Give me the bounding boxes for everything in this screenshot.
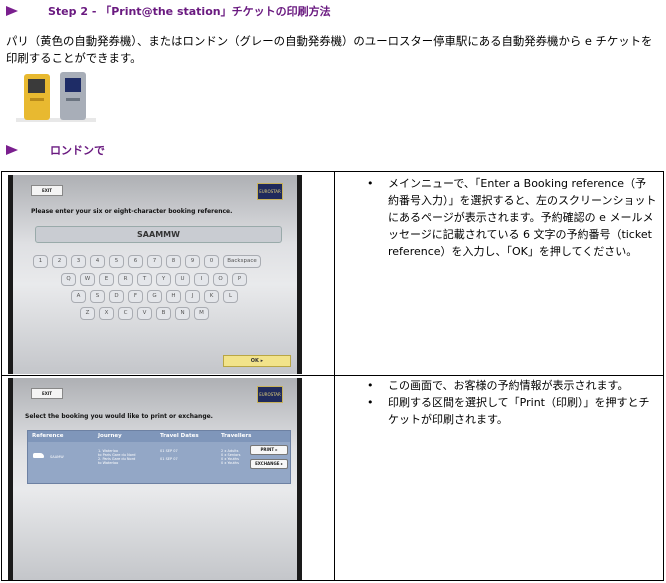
train-icon [33, 453, 44, 458]
key: A [71, 290, 86, 303]
table-divider-horizontal [2, 375, 663, 376]
booking-travellers: 2 x Adults 0 x Seniors 0 x Youths 0 x Yo… [221, 449, 241, 465]
booking-table: Reference Journey Travel Dates Traveller… [27, 430, 291, 484]
key: S [90, 290, 105, 303]
key: C [118, 307, 133, 320]
col-journey: Journey [98, 433, 122, 439]
instruction-item: メインニューで、「Enter a Booking reference（予約番号入… [362, 175, 657, 260]
instruction-item: この画面で、お客様の予約情報が表示されます。 [362, 377, 657, 394]
step2-heading: Step 2 - 「Print@the station」チケットの印刷方法 [0, 0, 331, 22]
booking-reference-field: SAAMMW [35, 226, 282, 243]
backspace-key: Backspace [223, 255, 261, 268]
key: R [118, 273, 133, 286]
instruction-table: EXIT EUROSTAR Please enter your six or e… [1, 171, 664, 581]
key: Z [80, 307, 95, 320]
table-divider-vertical [334, 172, 335, 580]
key: K [204, 290, 219, 303]
key: L [223, 290, 238, 303]
arrow-icon [6, 145, 18, 155]
booking-entry-screenshot: EXIT EUROSTAR Please enter your six or e… [8, 175, 302, 374]
col-travel-dates: Travel Dates [160, 433, 199, 439]
select-booking-prompt: Select the booking you would like to pri… [25, 413, 213, 420]
key: 8 [166, 255, 181, 268]
key: O [213, 273, 228, 286]
booking-journey: 1. Waterloo to Paris Gare du Nord 2. Par… [98, 449, 136, 465]
key: T [137, 273, 152, 286]
ok-button: OK ▸ [223, 355, 291, 367]
step2-heading-text: Step 2 - 「Print@the station」チケットの印刷方法 [48, 5, 331, 18]
instruction-item: 印刷する区間を選択して「Print（印刷）」を押すとチケットが印刷されます。 [362, 394, 657, 428]
key: G [147, 290, 162, 303]
exit-button: EXIT [31, 388, 63, 399]
key: 5 [109, 255, 124, 268]
key: I [194, 273, 209, 286]
key: 4 [90, 255, 105, 268]
key: B [156, 307, 171, 320]
eurostar-logo: EUROSTAR [257, 386, 283, 403]
print-button: PRINT ▸ [250, 445, 288, 455]
arrow-icon [6, 6, 18, 16]
key: H [166, 290, 181, 303]
keyboard-row-zxcv: ZXCVBNM [80, 307, 364, 326]
key: 9 [185, 255, 200, 268]
booking-select-screenshot: EXIT EUROSTAR Select the booking you wou… [8, 378, 302, 580]
key: P [232, 273, 247, 286]
key: D [109, 290, 124, 303]
step-instructions-1: メインニューで、「Enter a Booking reference（予約番号入… [362, 175, 657, 260]
key: U [175, 273, 190, 286]
key: Q [61, 273, 76, 286]
key: J [185, 290, 200, 303]
col-reference: Reference [32, 433, 64, 439]
booking-prompt: Please enter your six or eight-character… [31, 208, 233, 215]
key: 1 [33, 255, 48, 268]
key: W [80, 273, 95, 286]
key: 3 [71, 255, 86, 268]
key: V [137, 307, 152, 320]
key: 2 [52, 255, 67, 268]
exchange-button: EXCHANGE ▸ [250, 459, 288, 469]
eurostar-logo: EUROSTAR [257, 183, 283, 200]
key: Y [156, 273, 171, 286]
intro-paragraph: パリ（黄色の自動発券機）、またはロンドン（グレーの自動発券機）のユーロスター停車… [6, 34, 653, 65]
exit-button: EXIT [31, 185, 63, 196]
key: F [128, 290, 143, 303]
key: 6 [128, 255, 143, 268]
booking-reference: SAAMW [50, 455, 64, 459]
london-heading: ロンドンで [0, 139, 105, 161]
key: 7 [147, 255, 162, 268]
booking-table-header: Reference Journey Travel Dates Traveller… [28, 431, 290, 442]
london-heading-text: ロンドンで [50, 144, 105, 157]
key: X [99, 307, 114, 320]
key: M [194, 307, 209, 320]
ticket-machines-image [16, 72, 96, 122]
booking-dates: 01 SEP 07 01 SEP 07 [160, 449, 178, 461]
key: N [175, 307, 190, 320]
col-travellers: Travellers [221, 433, 252, 439]
step-instructions-2: この画面で、お客様の予約情報が表示されます。 印刷する区間を選択して「Print… [362, 377, 657, 428]
keyboard-row-numbers: 1 2 3 4 5 6 7 8 9 0 Backspace [33, 255, 317, 274]
key: E [99, 273, 114, 286]
key: 0 [204, 255, 219, 268]
